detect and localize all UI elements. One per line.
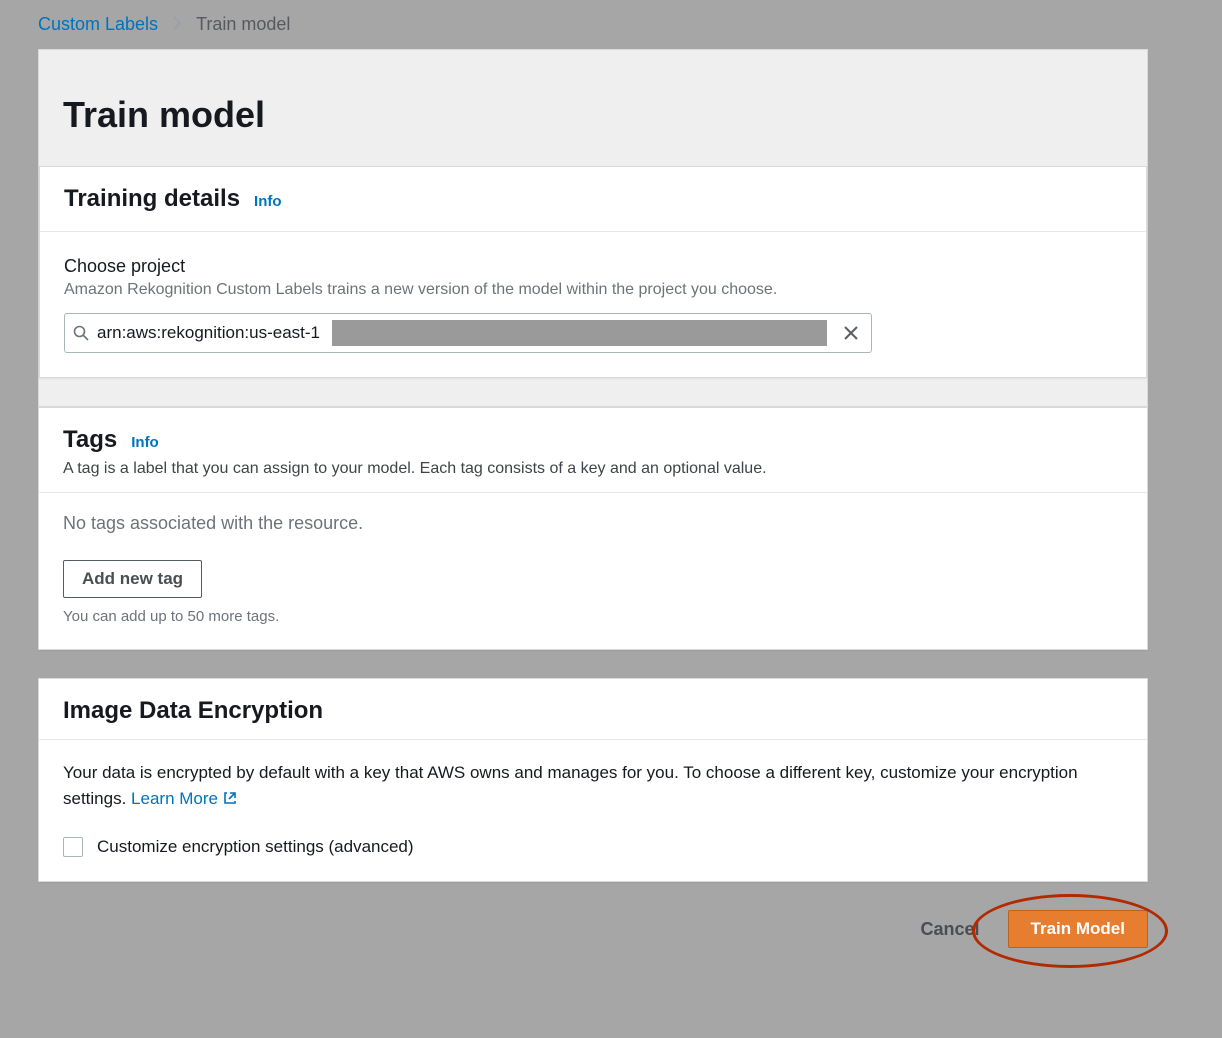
encryption-title: Image Data Encryption [63, 697, 323, 725]
close-icon [843, 325, 859, 341]
choose-project-input[interactable]: arn:aws:rekognition:us-east-1 [64, 313, 872, 353]
panel-encryption: Image Data Encryption Your data is encry… [38, 678, 1148, 882]
info-link-training[interactable]: Info [254, 193, 282, 210]
tags-remaining-hint: You can add up to 50 more tags. [63, 608, 1123, 625]
learn-more-link[interactable]: Learn More [131, 789, 238, 808]
tags-title: Tags [63, 426, 117, 454]
tags-empty-message: No tags associated with the resource. [63, 513, 1123, 534]
training-details-title: Training details [64, 185, 240, 213]
breadcrumb-link-parent[interactable]: Custom Labels [38, 14, 158, 35]
info-link-tags[interactable]: Info [131, 434, 159, 451]
customize-encryption-label: Customize encryption settings (advanced) [97, 837, 414, 857]
customize-encryption-row[interactable]: Customize encryption settings (advanced) [63, 837, 1123, 857]
encryption-description: Your data is encrypted by default with a… [63, 760, 1123, 813]
choose-project-value: arn:aws:rekognition:us-east-1 [97, 323, 320, 343]
breadcrumb-current: Train model [196, 14, 290, 35]
train-model-button[interactable]: Train Model [1008, 910, 1148, 948]
panel-tags: Tags Info A tag is a label that you can … [38, 407, 1148, 650]
chevron-right-icon [172, 14, 182, 35]
choose-project-hint: Amazon Rekognition Custom Labels trains … [64, 281, 1122, 299]
external-link-icon [222, 788, 238, 814]
search-icon [73, 325, 89, 341]
breadcrumb: Custom Labels Train model [0, 0, 1222, 49]
add-new-tag-button[interactable]: Add new tag [63, 560, 202, 598]
customize-encryption-checkbox[interactable] [63, 837, 83, 857]
clear-input-button[interactable] [839, 321, 863, 345]
page-title: Train model [63, 94, 1147, 136]
panel-training-details: Training details Info Choose project Ama… [39, 166, 1147, 378]
form-actions: Cancel Train Model [38, 910, 1148, 948]
redacted-value [332, 320, 827, 346]
cancel-button[interactable]: Cancel [915, 911, 986, 948]
choose-project-label: Choose project [64, 256, 1122, 277]
tags-description: A tag is a label that you can assign to … [63, 460, 1123, 478]
